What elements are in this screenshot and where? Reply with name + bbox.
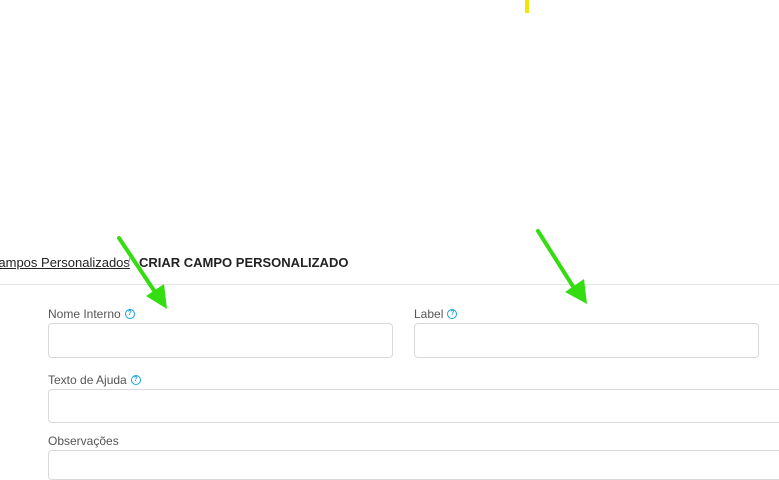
question-circle-icon[interactable]: ?: [447, 309, 458, 319]
texto-ajuda-input[interactable]: [48, 389, 779, 423]
texto-ajuda-label: Texto de Ajuda ?: [48, 373, 141, 387]
header-divider: [0, 284, 779, 285]
yellow-marker: [525, 0, 529, 13]
label-input[interactable]: [414, 323, 759, 358]
arrow-to-nome-interno: [117, 236, 167, 309]
breadcrumb-separator: /: [127, 254, 131, 270]
arrow-to-label: [536, 229, 587, 304]
nome-interno-input[interactable]: [48, 323, 393, 358]
nome-interno-label-text: Nome Interno: [48, 307, 121, 321]
observacoes-label: Observações: [48, 434, 119, 448]
label-field-label: Label ?: [414, 307, 458, 321]
observacoes-textarea[interactable]: [48, 450, 779, 480]
texto-ajuda-label-text: Texto de Ajuda: [48, 373, 127, 387]
breadcrumb-current: CRIAR CAMPO PERSONALIZADO: [139, 254, 349, 270]
breadcrumb-link-campos-personalizados[interactable]: Campos Personalizados: [0, 255, 130, 270]
observacoes-label-text: Observações: [48, 434, 119, 448]
question-circle-icon[interactable]: ?: [124, 309, 135, 319]
label-field-label-text: Label: [414, 307, 444, 321]
question-circle-icon[interactable]: ?: [130, 375, 141, 385]
nome-interno-label: Nome Interno ?: [48, 307, 135, 321]
